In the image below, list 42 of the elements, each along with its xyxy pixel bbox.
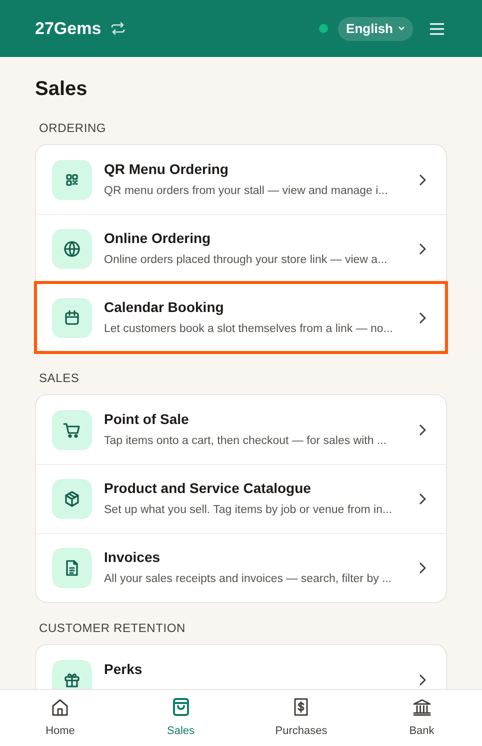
menu-item[interactable]: Product and Service Catalogue Set up what you sell. Tag items by job or venue from in...: [36, 464, 446, 533]
chevron-right-icon: [419, 312, 426, 324]
menu-item[interactable]: Online Ordering Online orders placed through your store link — view a...: [36, 214, 446, 283]
menu-item[interactable]: Calendar Booking Let customers book a slot themselves from a link — no...: [36, 283, 446, 352]
item-title: QR Menu Ordering: [104, 160, 230, 179]
calendar-icon: [62, 308, 82, 328]
chevron-right-icon: [419, 174, 426, 186]
item-title: Perks: [104, 660, 144, 679]
chevron-right-icon: [419, 493, 426, 505]
item-description: All your sales receipts and invoices — search, filter by ...: [104, 572, 393, 588]
item-description: Online orders placed through your store link — view a...: [104, 253, 388, 268]
chevron-right-icon: [419, 243, 426, 255]
section-heading: CUSTOMER RETENTION: [38, 620, 187, 637]
chevron-right-icon: [419, 424, 426, 436]
item-title: Online Ordering: [104, 229, 212, 248]
menu-icon[interactable]: [430, 22, 444, 34]
item-title: Calendar Booking: [104, 298, 225, 318]
chevron-right-icon: [419, 562, 426, 574]
nav-tab[interactable]: Sales: [120, 690, 241, 746]
section-heading: SALES: [38, 370, 80, 387]
item-description: Tap items onto a cart, then checkout — for sales with ...: [104, 434, 388, 449]
globe-icon: [62, 239, 82, 259]
chevron-right-icon: [419, 674, 426, 686]
menu-item[interactable]: Invoices All your sales receipts and invoices — search, filter by ...: [36, 533, 446, 602]
menu-item[interactable]: Point of Sale Tap items onto a cart, then checkout — for sales with ...: [36, 395, 446, 464]
language-dropdown[interactable]: English: [338, 16, 413, 40]
menu-item[interactable]: QR Menu Ordering QR menu orders from your stall — view and manage i...: [36, 145, 446, 214]
nav-tab[interactable]: Purchases: [241, 690, 362, 746]
brand-name: 27Gems: [35, 18, 102, 40]
item-title: Product and Service Catalogue: [104, 479, 312, 498]
section-heading: ORDERING: [38, 120, 108, 137]
item-title: Invoices: [104, 548, 162, 568]
chevron-down-icon: [398, 26, 405, 31]
item-description: Let customers book a slot themselves from a link — no...: [104, 322, 394, 338]
page-title: Sales: [35, 77, 88, 102]
item-description: Set up what you sell. Tag items by job or venue from in...: [104, 503, 394, 518]
box-icon: [62, 489, 82, 509]
item-description: QR menu orders from your stall — view and manage i...: [104, 184, 389, 199]
nav-tab[interactable]: Home: [0, 690, 120, 746]
item-title: Point of Sale: [104, 410, 190, 429]
switch-icon[interactable]: [111, 22, 126, 35]
nav-tab[interactable]: Bank: [362, 690, 482, 746]
